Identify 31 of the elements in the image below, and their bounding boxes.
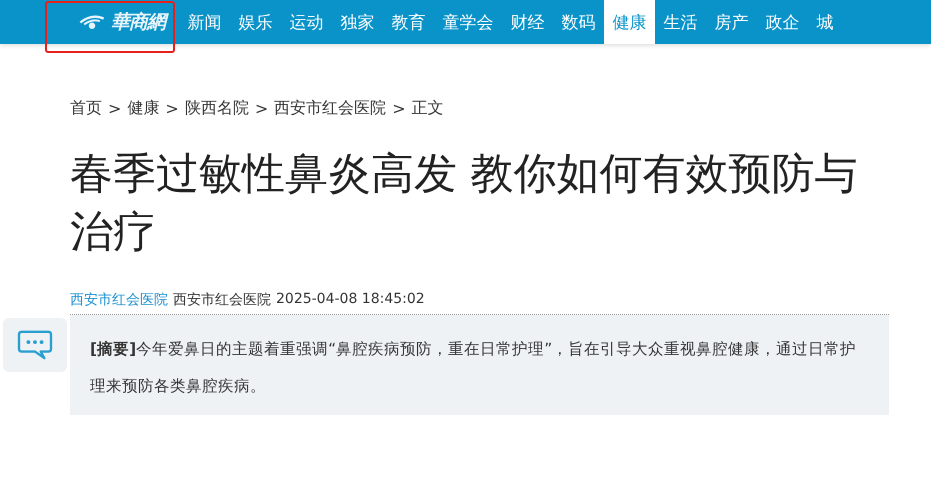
nav-tab[interactable]: 城 <box>808 0 842 44</box>
breadcrumb-link[interactable]: 西安市红会医院 <box>274 98 386 119</box>
site-logo[interactable]: 華商網 <box>45 1 175 53</box>
nav-tab[interactable]: 独家 <box>332 0 383 44</box>
nav-tab[interactable]: 新闻 <box>179 0 230 44</box>
breadcrumb-separator: > <box>165 99 179 118</box>
breadcrumb-separator: > <box>108 99 122 118</box>
breadcrumb-link[interactable]: 陕西名院 <box>184 98 249 119</box>
nav-tab[interactable]: 数码 <box>553 0 604 44</box>
author-name: 西安市红会医院 <box>173 291 271 309</box>
nav-tab[interactable]: 童学会 <box>434 0 502 44</box>
nav-tab[interactable]: 运动 <box>281 0 332 44</box>
nav-tab[interactable]: 财经 <box>502 0 553 44</box>
article-title: 春季过敏性鼻炎高发 教你如何有效预防与治疗 <box>70 148 859 259</box>
breadcrumb-link[interactable]: 正文 <box>412 98 444 119</box>
breadcrumb-separator: > <box>254 99 268 118</box>
nav-tab[interactable]: 娱乐 <box>230 0 281 44</box>
nav-tab[interactable]: 健康 <box>604 0 655 44</box>
nav-tab[interactable]: 房产 <box>706 0 757 44</box>
nav-tab[interactable]: 政企 <box>757 0 808 44</box>
publish-date: 2025-04-08 18:45:02 <box>276 291 425 309</box>
breadcrumb-link[interactable]: 首页 <box>70 98 102 119</box>
chat-bubble-icon <box>16 329 54 361</box>
nav-tab[interactable]: 教育 <box>383 0 434 44</box>
nav-tab[interactable]: 生活 <box>655 0 706 44</box>
breadcrumb-link[interactable]: 健康 <box>127 98 160 119</box>
signal-icon <box>79 14 105 30</box>
source-link[interactable]: 西安市红会医院 <box>70 291 168 309</box>
comment-button[interactable] <box>3 318 67 372</box>
summary-text: [摘要]今年爱鼻日的主题着重强调“鼻腔疾病预防，重在日常护理”，旨在引导大众重视鼻腔健康，通过日常护理来预防各类鼻腔疾病。 <box>90 339 858 397</box>
breadcrumb-separator: > <box>392 99 406 118</box>
